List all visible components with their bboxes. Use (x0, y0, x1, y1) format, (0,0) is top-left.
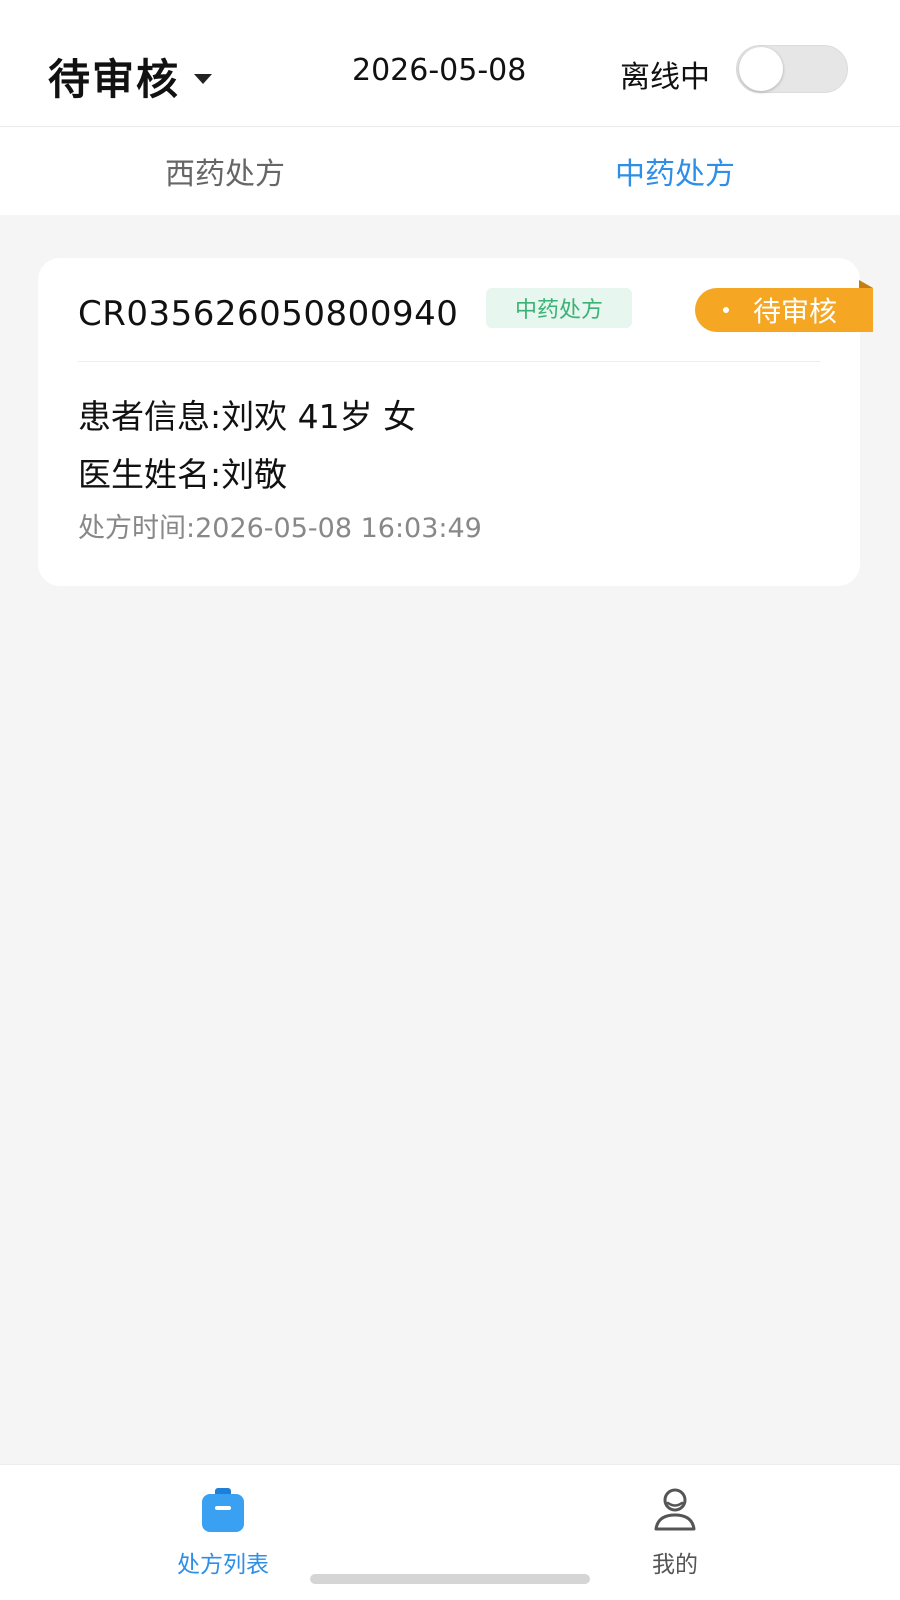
status-ribbon: 待审核 (695, 288, 873, 332)
status-filter-label: 待审核 (48, 55, 181, 104)
prescription-type-badge: 中药处方 (486, 288, 632, 328)
app-root: 待审核 2026-05-08 离线中 西药处方 中药处方 CR035626050… (0, 0, 900, 1600)
user-icon (654, 1488, 696, 1531)
patient-info: 患者信息:刘欢 41岁 女 (78, 397, 417, 436)
nav-prescription-list-label: 处方列表 (177, 1552, 269, 1578)
tab-chinese-medicine[interactable]: 中药处方 (450, 127, 900, 215)
clipboard-list-icon (202, 1488, 244, 1532)
prescription-time: 处方时间:2026-05-08 16:03:49 (78, 513, 482, 544)
prescription-type-tabs: 西药处方 中药处方 (0, 127, 900, 215)
nav-prescription-list[interactable]: 处方列表 (113, 1481, 333, 1581)
status-filter-dropdown[interactable]: 待审核 (48, 46, 213, 107)
home-indicator[interactable] (310, 1574, 590, 1584)
nav-mine-label: 我的 (652, 1552, 698, 1578)
status-dot-icon (723, 307, 729, 313)
card-divider (78, 361, 820, 362)
doctor-name: 医生姓名:刘敬 (78, 455, 288, 494)
caret-down-icon (194, 73, 213, 84)
offline-label: 离线中 (620, 60, 710, 95)
nav-mine[interactable]: 我的 (565, 1481, 785, 1581)
offline-toggle[interactable] (736, 45, 848, 93)
top-header: 待审核 2026-05-08 离线中 (0, 0, 900, 127)
prescription-number: CR035626050800940 (78, 294, 459, 334)
prescription-card[interactable]: CR035626050800940 中药处方 待审核 患者信息:刘欢 41岁 女… (38, 258, 873, 586)
tab-western-medicine[interactable]: 西药处方 (0, 127, 450, 215)
status-ribbon-label: 待审核 (753, 295, 838, 328)
current-date[interactable]: 2026-05-08 (352, 53, 526, 88)
ribbon-fold (859, 280, 873, 288)
toggle-knob (739, 47, 783, 91)
